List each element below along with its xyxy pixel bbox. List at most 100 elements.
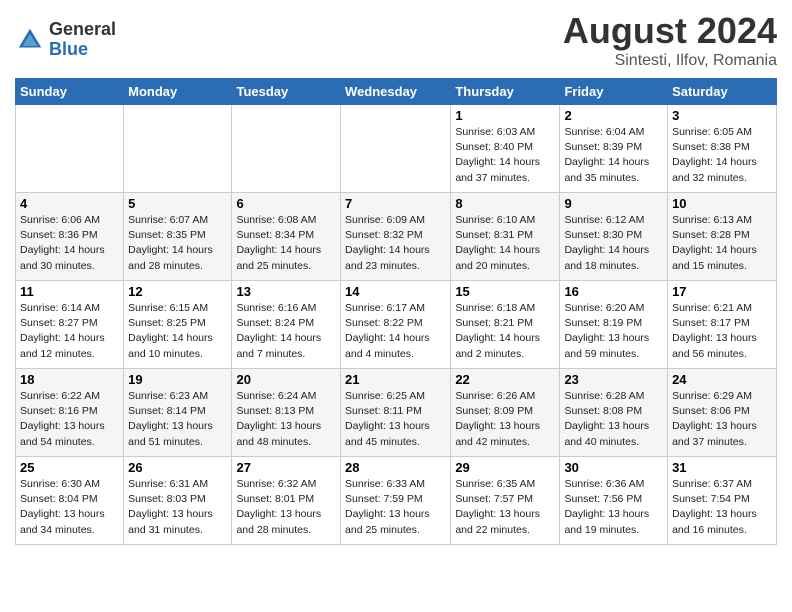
calendar-week-row: 4Sunrise: 6:06 AM Sunset: 8:36 PM Daylig… (16, 193, 777, 281)
day-of-week-saturday: Saturday (668, 79, 777, 105)
calendar-cell: 20 Sunrise: 6:24 AM Sunset: 8:13 PM Dayli… (232, 369, 341, 457)
calendar-cell: 1Sunrise: 6:03 AM Sunset: 8:40 PM Daylig… (451, 105, 560, 193)
calendar-cell (341, 105, 451, 193)
day-number: 18 (20, 372, 119, 387)
day-number: 30 (564, 460, 663, 475)
calendar-week-row: 18 Sunrise: 6:22 AM Sunset: 8:16 PM Dayli… (16, 369, 777, 457)
calendar-cell: 3 Sunrise: 6:05 AM Sunset: 8:38 PM Daylig… (668, 105, 777, 193)
day-info: Sunrise: 6:23 AM Sunset: 8:14 PM Dayligh… (128, 389, 227, 450)
calendar-cell: 21Sunrise: 6:25 AM Sunset: 8:11 PM Dayli… (341, 369, 451, 457)
day-number: 15 (455, 284, 555, 299)
day-number: 19 (128, 372, 227, 387)
calendar-cell: 5Sunrise: 6:07 AM Sunset: 8:35 PM Daylig… (124, 193, 232, 281)
day-number: 16 (564, 284, 663, 299)
calendar-cell: 9 Sunrise: 6:12 AM Sunset: 8:30 PM Daylig… (560, 193, 668, 281)
logo-icon (15, 25, 45, 55)
day-number: 13 (236, 284, 336, 299)
calendar-cell: 4Sunrise: 6:06 AM Sunset: 8:36 PM Daylig… (16, 193, 124, 281)
day-of-week-sunday: Sunday (16, 79, 124, 105)
calendar-cell: 17 Sunrise: 6:21 AM Sunset: 8:17 PM Dayli… (668, 281, 777, 369)
day-number: 6 (236, 196, 336, 211)
day-number: 21 (345, 372, 446, 387)
calendar-cell: 19 Sunrise: 6:23 AM Sunset: 8:14 PM Dayli… (124, 369, 232, 457)
day-info: Sunrise: 6:37 AM Sunset: 7:54 PM Dayligh… (672, 477, 772, 538)
calendar-cell (124, 105, 232, 193)
day-number: 28 (345, 460, 446, 475)
calendar-cell: 26 Sunrise: 6:31 AM Sunset: 8:03 PM Dayli… (124, 457, 232, 545)
day-info: Sunrise: 6:30 AM Sunset: 8:04 PM Dayligh… (20, 477, 119, 538)
day-info: Sunrise: 6:13 AM Sunset: 8:28 PM Dayligh… (672, 213, 772, 274)
days-of-week-row: SundayMondayTuesdayWednesdayThursdayFrid… (16, 79, 777, 105)
day-info: Sunrise: 6:05 AM Sunset: 8:38 PM Dayligh… (672, 125, 772, 186)
logo-general: General (49, 20, 116, 40)
calendar-cell: 16 Sunrise: 6:20 AM Sunset: 8:19 PM Dayli… (560, 281, 668, 369)
day-number: 9 (564, 196, 663, 211)
day-info: Sunrise: 6:35 AM Sunset: 7:57 PM Dayligh… (455, 477, 555, 538)
day-info: Sunrise: 6:09 AM Sunset: 8:32 PM Dayligh… (345, 213, 446, 274)
day-info: Sunrise: 6:31 AM Sunset: 8:03 PM Dayligh… (128, 477, 227, 538)
day-number: 25 (20, 460, 119, 475)
day-number: 17 (672, 284, 772, 299)
calendar-cell: 22 Sunrise: 6:26 AM Sunset: 8:09 PM Dayli… (451, 369, 560, 457)
calendar-week-row: 25 Sunrise: 6:30 AM Sunset: 8:04 PM Dayli… (16, 457, 777, 545)
day-info: Sunrise: 6:24 AM Sunset: 8:13 PM Dayligh… (236, 389, 336, 450)
day-number: 24 (672, 372, 772, 387)
calendar-cell: 28 Sunrise: 6:33 AM Sunset: 7:59 PM Dayli… (341, 457, 451, 545)
day-info: Sunrise: 6:12 AM Sunset: 8:30 PM Dayligh… (564, 213, 663, 274)
logo: General Blue (15, 20, 116, 60)
day-info: Sunrise: 6:22 AM Sunset: 8:16 PM Dayligh… (20, 389, 119, 450)
calendar-cell: 29 Sunrise: 6:35 AM Sunset: 7:57 PM Dayli… (451, 457, 560, 545)
day-number: 4 (20, 196, 119, 211)
day-info: Sunrise: 6:15 AM Sunset: 8:25 PM Dayligh… (128, 301, 227, 362)
day-number: 5 (128, 196, 227, 211)
calendar-cell: 11Sunrise: 6:14 AM Sunset: 8:27 PM Dayli… (16, 281, 124, 369)
day-of-week-tuesday: Tuesday (232, 79, 341, 105)
day-info: Sunrise: 6:32 AM Sunset: 8:01 PM Dayligh… (236, 477, 336, 538)
day-number: 27 (236, 460, 336, 475)
calendar-table: SundayMondayTuesdayWednesdayThursdayFrid… (15, 78, 777, 545)
calendar-cell: 8Sunrise: 6:10 AM Sunset: 8:31 PM Daylig… (451, 193, 560, 281)
calendar-cell: 18 Sunrise: 6:22 AM Sunset: 8:16 PM Dayli… (16, 369, 124, 457)
logo-blue: Blue (49, 40, 116, 60)
header: General Blue August 2024 Sintesti, Ilfov… (15, 10, 777, 70)
day-info: Sunrise: 6:36 AM Sunset: 7:56 PM Dayligh… (564, 477, 663, 538)
calendar-cell: 15 Sunrise: 6:18 AM Sunset: 8:21 PM Dayli… (451, 281, 560, 369)
page-container: General Blue August 2024 Sintesti, Ilfov… (0, 0, 792, 550)
calendar-cell: 6 Sunrise: 6:08 AM Sunset: 8:34 PM Daylig… (232, 193, 341, 281)
calendar-cell (232, 105, 341, 193)
day-number: 20 (236, 372, 336, 387)
calendar-cell: 14Sunrise: 6:17 AM Sunset: 8:22 PM Dayli… (341, 281, 451, 369)
day-info: Sunrise: 6:10 AM Sunset: 8:31 PM Dayligh… (455, 213, 555, 274)
day-info: Sunrise: 6:29 AM Sunset: 8:06 PM Dayligh… (672, 389, 772, 450)
title-block: August 2024 Sintesti, Ilfov, Romania (563, 10, 777, 70)
day-number: 23 (564, 372, 663, 387)
logo-text: General Blue (49, 20, 116, 60)
calendar-cell: 27 Sunrise: 6:32 AM Sunset: 8:01 PM Dayli… (232, 457, 341, 545)
day-number: 22 (455, 372, 555, 387)
day-info: Sunrise: 6:18 AM Sunset: 8:21 PM Dayligh… (455, 301, 555, 362)
calendar-week-row: 11Sunrise: 6:14 AM Sunset: 8:27 PM Dayli… (16, 281, 777, 369)
calendar-cell (16, 105, 124, 193)
day-number: 26 (128, 460, 227, 475)
calendar-cell: 2Sunrise: 6:04 AM Sunset: 8:39 PM Daylig… (560, 105, 668, 193)
day-info: Sunrise: 6:26 AM Sunset: 8:09 PM Dayligh… (455, 389, 555, 450)
calendar-cell: 23Sunrise: 6:28 AM Sunset: 8:08 PM Dayli… (560, 369, 668, 457)
day-info: Sunrise: 6:20 AM Sunset: 8:19 PM Dayligh… (564, 301, 663, 362)
day-info: Sunrise: 6:14 AM Sunset: 8:27 PM Dayligh… (20, 301, 119, 362)
calendar-week-row: 1Sunrise: 6:03 AM Sunset: 8:40 PM Daylig… (16, 105, 777, 193)
day-info: Sunrise: 6:21 AM Sunset: 8:17 PM Dayligh… (672, 301, 772, 362)
calendar-cell: 10 Sunrise: 6:13 AM Sunset: 8:28 PM Dayli… (668, 193, 777, 281)
calendar-cell: 31 Sunrise: 6:37 AM Sunset: 7:54 PM Dayli… (668, 457, 777, 545)
day-info: Sunrise: 6:16 AM Sunset: 8:24 PM Dayligh… (236, 301, 336, 362)
day-number: 31 (672, 460, 772, 475)
day-number: 10 (672, 196, 772, 211)
day-number: 3 (672, 108, 772, 123)
day-of-week-monday: Monday (124, 79, 232, 105)
day-info: Sunrise: 6:08 AM Sunset: 8:34 PM Dayligh… (236, 213, 336, 274)
day-number: 2 (564, 108, 663, 123)
calendar-header: SundayMondayTuesdayWednesdayThursdayFrid… (16, 79, 777, 105)
calendar-cell: 7Sunrise: 6:09 AM Sunset: 8:32 PM Daylig… (341, 193, 451, 281)
day-info: Sunrise: 6:33 AM Sunset: 7:59 PM Dayligh… (345, 477, 446, 538)
day-number: 29 (455, 460, 555, 475)
day-of-week-wednesday: Wednesday (341, 79, 451, 105)
